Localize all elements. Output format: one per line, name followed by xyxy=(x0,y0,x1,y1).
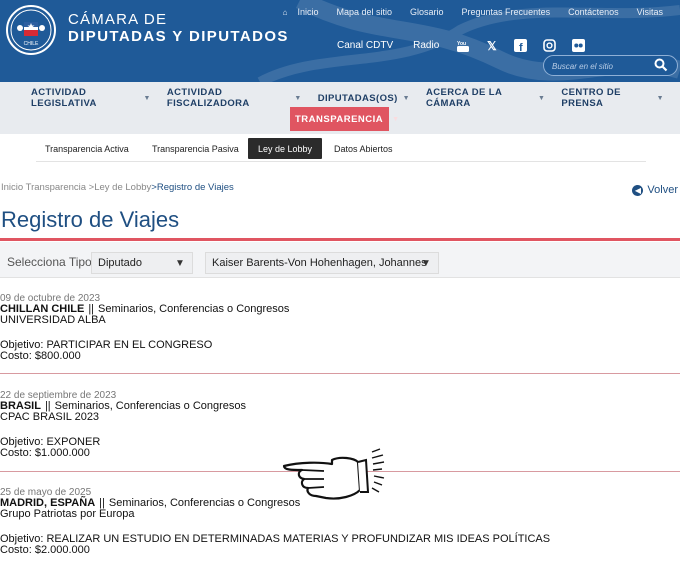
filter-label: Selecciona Tipo xyxy=(7,255,92,269)
top-link-inicio[interactable]: ⌂ Inicio xyxy=(265,7,328,17)
canal-cdtv-link[interactable]: Canal CDTV xyxy=(337,40,393,51)
brand-line2: DIPUTADAS Y DIPUTADOS xyxy=(68,28,289,45)
instagram-icon[interactable] xyxy=(542,38,557,53)
top-link-contacto[interactable]: Contáctenos xyxy=(559,7,628,17)
nav-centro-prensa[interactable]: CENTRO DE PRENSA ▼ xyxy=(561,87,664,109)
trip-organizer: CPAC BRASIL 2023 xyxy=(0,411,100,423)
trip-entry: 09 de octubre de 2023 CHILLAN CHILE || Sem… xyxy=(0,293,680,362)
chevron-down-icon: ▼ xyxy=(143,94,151,102)
brand-line1: CÁMARA DE xyxy=(68,11,168,28)
breadcrumb: Inicio Transparencia >Ley de Lobby>Regis… xyxy=(1,182,234,193)
nav-actividad-fiscalizadora[interactable]: ACTIVIDAD FISCALIZADORA ▼ xyxy=(167,87,302,109)
top-link-visitas[interactable]: Visitas xyxy=(628,7,672,17)
title-underline xyxy=(0,238,680,241)
trip-organizer: UNIVERSIDAD ALBA xyxy=(0,314,106,326)
coat-of-arms-icon: CHILE xyxy=(10,9,52,51)
nav-transparencia[interactable]: TRANSPARENCIA ▼ xyxy=(290,107,399,131)
camara-logo[interactable]: CHILE xyxy=(6,5,56,55)
back-label: Volver xyxy=(647,184,678,196)
social-icons: You 𝕏 f xyxy=(455,38,586,53)
chevron-down-icon: ▼ xyxy=(656,94,665,102)
chevron-down-icon: ▼ xyxy=(175,257,185,269)
breadcrumb-inicio[interactable]: Inicio xyxy=(1,182,23,193)
nav-acerca-camara[interactable]: ACERCA DE LA CÁMARA ▼ xyxy=(426,87,545,109)
type-select[interactable]: Diputado ▼ xyxy=(91,252,193,274)
nav-actividad-legislativa[interactable]: ACTIVIDAD LEGISLATIVA ▼ xyxy=(31,87,151,109)
breadcrumb-ley-lobby[interactable]: >Ley de Lobby xyxy=(89,182,152,193)
trip-cost: Costo: $800.000 xyxy=(0,350,81,362)
svg-text:f: f xyxy=(519,42,523,52)
flickr-icon[interactable] xyxy=(571,38,586,53)
trip-category: Seminarios, Conferencias o Congresos xyxy=(98,303,290,315)
chevron-down-icon: ▼ xyxy=(402,94,410,102)
facebook-icon[interactable]: f xyxy=(513,38,528,53)
main-navigation: ACTIVIDAD LEGISLATIVA ▼ ACTIVIDAD FISCALI… xyxy=(0,82,680,134)
tab-transparencia-pasiva[interactable]: Transparencia Pasiva xyxy=(152,138,239,159)
emblem-text: CHILE xyxy=(24,41,39,47)
home-icon: ⌂ xyxy=(282,8,288,17)
trip-cost: Costo: $2.000.000 xyxy=(0,544,90,556)
trip-objective: Objetivo: REALIZAR UN ESTUDIO EN DETERMI… xyxy=(0,533,551,545)
tabs-divider xyxy=(36,161,646,162)
sub-tabs: Transparencia Activa Transparencia Pasiv… xyxy=(0,134,680,164)
search-input[interactable] xyxy=(552,59,652,73)
arrow-left-icon: ◀ xyxy=(632,184,644,196)
nav-diputados[interactable]: DIPUTADAS(OS) ▼ xyxy=(318,87,410,109)
search-box xyxy=(543,55,678,76)
person-select[interactable]: Kaiser Barents-Von Hohenhagen, Johannes … xyxy=(205,252,439,274)
chevron-down-icon: ▼ xyxy=(294,94,302,102)
breadcrumb-transparencia[interactable]: Transparencia xyxy=(26,182,86,193)
site-header: CHILE CÁMARA DE DIPUTADAS Y DIPUTADOS ⌂ I… xyxy=(0,0,680,82)
tab-transparencia-activa[interactable]: Transparencia Activa xyxy=(45,138,129,159)
page-title: Registro de Viajes xyxy=(1,207,180,232)
filter-bar: Selecciona Tipo Diputado ▼ Kaiser Barent… xyxy=(0,242,680,278)
tab-datos-abiertos[interactable]: Datos Abiertos xyxy=(334,138,393,159)
trip-organizer: Grupo Patriotas por Europa xyxy=(0,508,135,520)
top-link-glosario[interactable]: Glosario xyxy=(401,7,453,17)
x-icon[interactable]: 𝕏 xyxy=(484,38,499,53)
top-link-faq[interactable]: Preguntas Frecuentes xyxy=(453,7,560,17)
back-link[interactable]: ◀ Volver xyxy=(632,184,678,196)
chevron-down-icon: ▼ xyxy=(392,115,400,123)
top-links: ⌂ Inicio Mapa del sitio Glosario Pregunta… xyxy=(265,7,672,17)
type-select-value: Diputado xyxy=(98,257,143,269)
chevron-down-icon: ▼ xyxy=(421,257,431,269)
person-select-value: Kaiser Barents-Von Hohenhagen, Johannes xyxy=(212,257,427,269)
search-icon[interactable] xyxy=(654,58,668,77)
breadcrumb-current: >Registro de Viajes xyxy=(151,182,234,193)
youtube-icon[interactable]: You xyxy=(455,38,470,53)
pointing-hand-icon xyxy=(282,448,385,500)
media-links: Canal CDTV Radio You 𝕏 f xyxy=(337,38,586,53)
trip-category: Seminarios, Conferencias o Congresos xyxy=(108,497,301,509)
chevron-down-icon: ▼ xyxy=(537,94,546,102)
tab-ley-de-lobby[interactable]: Ley de Lobby xyxy=(248,138,323,159)
top-link-mapa[interactable]: Mapa del sitio xyxy=(327,7,401,17)
trip-objective: Objetivo: PARTICIPAR EN EL CONGRESO xyxy=(0,339,213,351)
trip-divider xyxy=(0,373,680,374)
radio-link[interactable]: Radio xyxy=(413,40,439,51)
